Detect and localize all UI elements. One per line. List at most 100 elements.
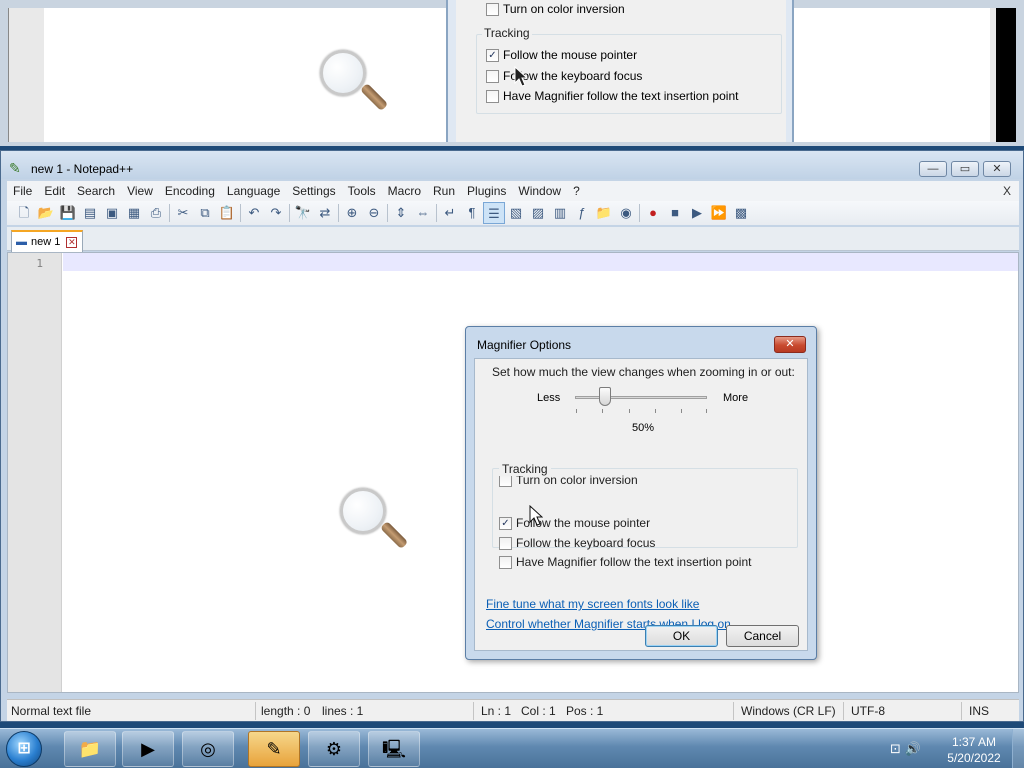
cut-icon[interactable]: ✂ (172, 202, 194, 224)
minimize-button[interactable]: — (919, 161, 947, 177)
folder-workspace-icon[interactable]: 📁 (593, 202, 615, 224)
stop-macro-icon[interactable]: ■ (664, 202, 686, 224)
copy-icon[interactable]: ⧉ (194, 202, 216, 224)
fonts-link[interactable]: Fine tune what my screen fonts look like (486, 597, 699, 611)
mag-edge (996, 8, 1016, 142)
indent-guide-icon[interactable]: ☰ (483, 202, 505, 224)
media-player-icon[interactable]: ▶ (122, 731, 174, 767)
checkbox-icon[interactable] (499, 536, 512, 550)
save-macro-icon[interactable]: ▩ (730, 202, 752, 224)
menu-bar: File Edit Search View Encoding Language … (7, 181, 1019, 201)
undo-icon[interactable]: ↶ (243, 202, 265, 224)
dialog-close-button[interactable]: ✕ (774, 336, 806, 353)
play-macro-icon[interactable]: ▶ (686, 202, 708, 224)
zoom-out-icon[interactable]: ⊖ (363, 202, 385, 224)
udl-icon[interactable]: ▧ (505, 202, 527, 224)
open-file-icon[interactable]: 📂 (35, 202, 57, 224)
mag-row-inversion: Turn on color inversion (486, 2, 625, 16)
find-icon[interactable]: 🔭 (292, 202, 314, 224)
checkbox-icon[interactable] (499, 555, 512, 569)
follow-mouse-option[interactable]: ✓ Follow the mouse pointer (499, 516, 650, 530)
sync-vertical-icon[interactable]: ⇕ (390, 202, 412, 224)
menu-edit[interactable]: Edit (38, 184, 71, 198)
ok-button[interactable]: OK (645, 625, 718, 647)
save-icon[interactable]: 💾 (57, 202, 79, 224)
menu-run[interactable]: Run (427, 184, 461, 198)
replace-icon[interactable]: ⇄ (314, 202, 336, 224)
tab-new-1[interactable]: ▬ new 1 ✕ (11, 230, 83, 252)
menu-window[interactable]: Window (512, 184, 567, 198)
slider-tick (576, 409, 577, 413)
checkbox-checked-icon[interactable]: ✓ (499, 516, 512, 530)
option-label: Follow the keyboard focus (516, 536, 656, 550)
notepadpp-taskbar-icon[interactable]: ✎ (248, 731, 300, 767)
menu-language[interactable]: Language (221, 184, 286, 198)
monitoring-icon[interactable]: ◉ (615, 202, 637, 224)
menu-tools[interactable]: Tools (342, 184, 382, 198)
magnifier-taskbar-icon[interactable]: 🖳 (368, 731, 420, 767)
mag-cursor-icon (514, 66, 528, 87)
maximize-button[interactable]: ▭ (951, 161, 979, 177)
tab-strip: ▬ new 1 ✕ (7, 227, 1019, 252)
zoom-slider-thumb[interactable] (599, 387, 611, 406)
clock-time[interactable]: 1:37 AM (950, 735, 998, 749)
menu-search[interactable]: Search (71, 184, 121, 198)
status-divider (843, 702, 844, 720)
line-number: 1 (36, 257, 43, 270)
document-list-icon[interactable]: ▥ (549, 202, 571, 224)
close-button[interactable]: ✕ (983, 161, 1011, 177)
paste-icon[interactable]: 📋 (216, 202, 238, 224)
print-icon[interactable]: ⎙ (145, 202, 167, 224)
mag-row-label: Have Magnifier follow the text insertion… (503, 89, 739, 103)
tracking-title: Tracking (499, 462, 551, 476)
show-all-chars-icon[interactable]: ¶ (461, 202, 483, 224)
status-pos: Pos : 1 (566, 704, 604, 718)
sync-horizontal-icon[interactable]: ⇔ (412, 202, 434, 224)
show-desktop-button[interactable] (1012, 729, 1024, 768)
zoom-in-icon[interactable]: ⊕ (341, 202, 363, 224)
close-document-button[interactable]: X (1003, 184, 1011, 198)
menu-macro[interactable]: Macro (382, 184, 427, 198)
function-list-icon[interactable]: ƒ (571, 202, 593, 224)
mag-checkbox-icon (486, 2, 499, 16)
document-map-icon[interactable]: ▨ (527, 202, 549, 224)
mag-checkbox-checked-icon: ✓ (486, 48, 499, 62)
slider-less-label: Less (537, 392, 561, 404)
slider-tick (655, 409, 656, 413)
tray-icons[interactable]: ⊡ 🔊 (890, 741, 921, 757)
mag-editor-area-right (794, 8, 990, 142)
menu-file[interactable]: File (7, 184, 38, 198)
clock-date[interactable]: 5/20/2022 (944, 751, 1004, 765)
close-file-icon[interactable]: ▣ (101, 202, 123, 224)
status-divider (733, 702, 734, 720)
start-button[interactable]: ⊞ (6, 731, 42, 767)
menu-encoding[interactable]: Encoding (159, 184, 221, 198)
mag-tracking-title: Tracking (482, 26, 532, 40)
cancel-button[interactable]: Cancel (726, 625, 799, 647)
menu-plugins[interactable]: Plugins (461, 184, 512, 198)
tab-close-icon[interactable]: ✕ (66, 236, 78, 248)
app-icon[interactable]: ⚙ (308, 731, 360, 767)
title-bar[interactable]: ✎ new 1 - Notepad++ — ▭ ✕ (1, 151, 1023, 179)
record-macro-icon[interactable]: ● (642, 202, 664, 224)
mag-dialog-frame: Turn on color inversion Tracking ✓ Follo… (446, 0, 794, 142)
follow-text-option[interactable]: Have Magnifier follow the text insertion… (499, 555, 751, 569)
status-bar: Normal text file length : 0 lines : 1 Ln… (7, 699, 1019, 721)
magnifier-view: Turn on color inversion Tracking ✓ Follo… (0, 0, 1024, 146)
redo-icon[interactable]: ↷ (265, 202, 287, 224)
menu-view[interactable]: View (121, 184, 159, 198)
toolbar-separator (240, 204, 241, 222)
follow-keyboard-option[interactable]: Follow the keyboard focus (499, 536, 655, 550)
word-wrap-icon[interactable]: ↵ (439, 202, 461, 224)
explorer-icon[interactable]: 📁 (64, 731, 116, 767)
menu-settings[interactable]: Settings (286, 184, 341, 198)
zoom-slider-track[interactable] (575, 396, 707, 399)
menu-help[interactable]: ? (567, 184, 586, 198)
chrome-icon[interactable]: ◎ (182, 731, 234, 767)
toolbar: 🗋 📂 💾 ▤ ▣ ▦ ⎙ ✂ ⧉ 📋 ↶ ↷ 🔭 ⇄ ⊕ ⊖ ⇕ ⇔ ↵ ¶ … (7, 201, 1019, 225)
save-all-icon[interactable]: ▤ (79, 202, 101, 224)
status-divider (473, 702, 474, 720)
play-multiple-icon[interactable]: ⏩ (708, 202, 730, 224)
close-all-icon[interactable]: ▦ (123, 202, 145, 224)
new-file-icon[interactable]: 🗋 (13, 202, 35, 224)
